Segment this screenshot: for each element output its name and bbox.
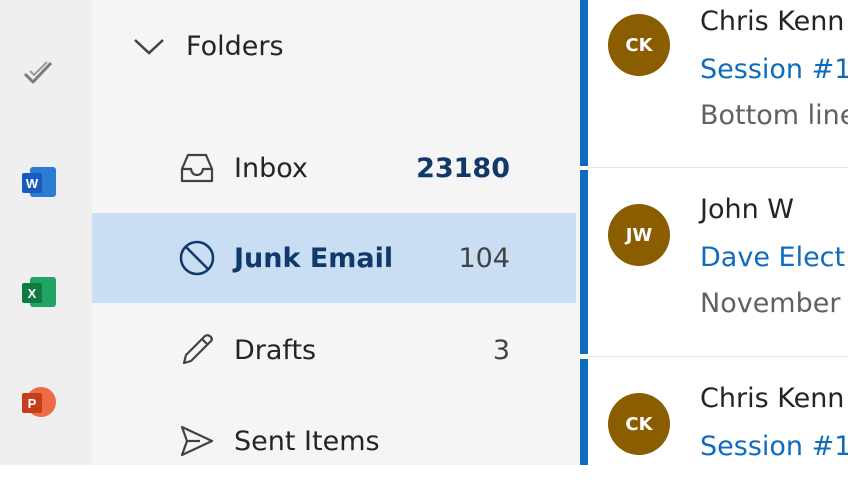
powerpoint-icon: P [20, 384, 56, 420]
excel-icon: X [20, 274, 56, 310]
message-sender: Chris Kenn [700, 6, 845, 37]
message-subject: Dave Elect [700, 242, 846, 273]
unread-count: 23180 [416, 152, 510, 184]
message-subject: Session #1 [700, 431, 848, 462]
folder-item-inbox[interactable]: Inbox 23180 [92, 123, 576, 213]
divider [588, 356, 848, 357]
avatar: JW [608, 204, 670, 266]
blocked-icon [178, 239, 216, 277]
word-icon: W [20, 164, 56, 200]
folder-label: Inbox [234, 152, 308, 184]
chevron-down-icon[interactable] [132, 31, 170, 61]
powerpoint-button[interactable]: P [14, 378, 62, 426]
unread-indicator [580, 170, 588, 354]
message-list: CK Chris Kenn Session #1 Bottom line JW … [580, 0, 848, 465]
folder-label: Drafts [234, 334, 317, 366]
folder-item-junk-email[interactable]: Junk Email 104 [92, 213, 576, 303]
folder-label: Junk Email [234, 242, 394, 274]
avatar: CK [608, 393, 670, 455]
message-preview: November [700, 288, 841, 319]
unread-indicator [580, 0, 588, 166]
folders-title: Folders [186, 30, 284, 62]
inbox-icon [178, 149, 216, 187]
app-rail: W X P [0, 0, 92, 465]
folder-pane: Folders Inbox 23180 Junk Email 104 Draft… [92, 0, 580, 465]
message-subject: Session #1 [700, 54, 848, 85]
word-button[interactable]: W [14, 158, 62, 206]
todo-button[interactable] [14, 48, 62, 96]
message-item[interactable]: CK Chris Kenn Session #1 [580, 359, 848, 465]
folder-item-drafts[interactable]: Drafts 3 [92, 305, 576, 395]
message-sender: John W [700, 194, 794, 225]
excel-button[interactable]: X [14, 268, 62, 316]
message-preview: Bottom line [700, 100, 848, 131]
avatar: CK [608, 14, 670, 76]
folders-header[interactable]: Folders [132, 24, 284, 68]
divider [588, 167, 848, 168]
item-count: 104 [458, 242, 510, 274]
unread-indicator [580, 359, 588, 465]
send-icon [178, 422, 216, 460]
message-sender: Chris Kenn [700, 383, 845, 414]
todo-check-icon [23, 61, 53, 84]
message-item[interactable]: CK Chris Kenn Session #1 Bottom line [580, 0, 848, 166]
item-count: 3 [492, 334, 510, 366]
pencil-icon [178, 331, 216, 369]
message-item[interactable]: JW John W Dave Elect November [580, 170, 848, 354]
folder-label: Sent Items [234, 425, 380, 457]
folder-item-sent-items[interactable]: Sent Items [92, 396, 576, 486]
